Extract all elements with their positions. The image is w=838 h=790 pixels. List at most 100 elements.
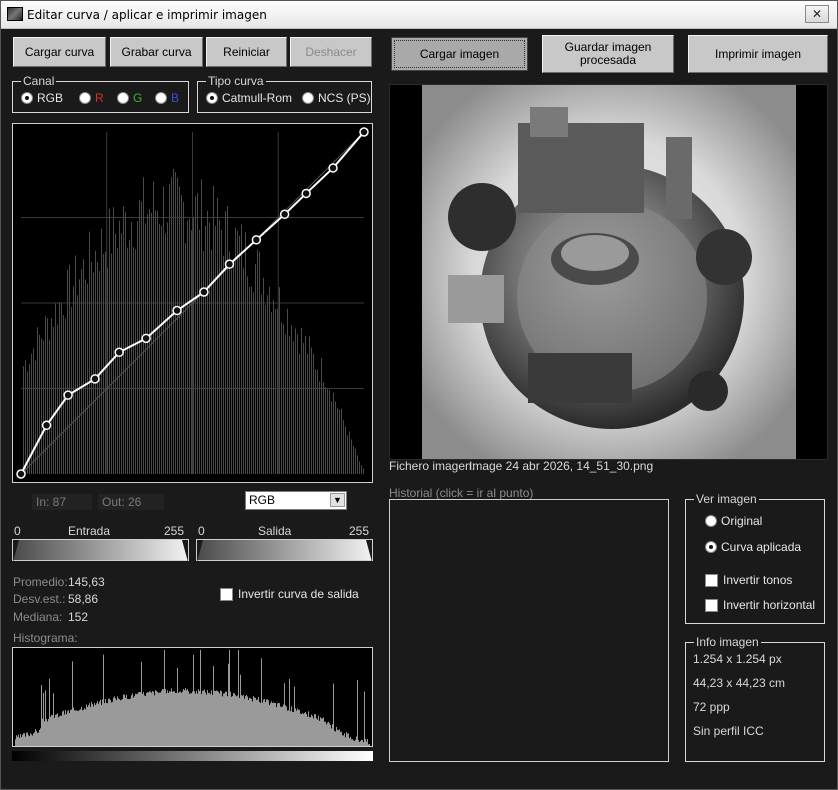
history-list[interactable] <box>389 499 669 762</box>
background-histogram-bar <box>75 255 76 474</box>
background-histogram-bar <box>81 269 82 474</box>
curve-control-point[interactable] <box>41 420 52 431</box>
curve-control-point[interactable] <box>90 374 100 384</box>
background-histogram-bar <box>327 388 328 474</box>
histogram-bar <box>263 699 264 746</box>
view-image-group: Ver imagen Original Curva aplicada Inver… <box>685 492 825 624</box>
histogram-bar <box>289 679 290 746</box>
histogram-bar <box>137 693 138 746</box>
curve-control-point[interactable] <box>251 235 262 245</box>
curve-control-point[interactable] <box>141 333 151 344</box>
curve-control-point[interactable] <box>279 209 290 220</box>
histogram-bar <box>326 724 327 746</box>
curve-control-point[interactable] <box>114 347 124 358</box>
channel-radio-b[interactable]: B <box>155 91 179 105</box>
invert-output-checkbox[interactable]: Invertir curva de salida <box>220 587 359 601</box>
histogram-bar <box>260 702 261 746</box>
channel-radio-rgb[interactable]: RGB <box>21 91 63 105</box>
histogram-bar <box>144 695 145 746</box>
histogram-bar <box>164 650 165 746</box>
histogram-bar <box>91 701 92 746</box>
histogram-bar <box>277 703 278 746</box>
histogram-bar <box>104 703 105 746</box>
background-histogram-bar <box>241 224 242 474</box>
save-processed-image-button[interactable]: Guardar imagen procesada <box>542 35 674 73</box>
input-min-handle[interactable] <box>13 540 19 562</box>
curve-control-point[interactable] <box>359 127 369 137</box>
background-histogram-bar <box>57 324 58 474</box>
histogram-bar <box>271 701 272 746</box>
curve-control-point[interactable] <box>301 188 311 199</box>
curve-control-point[interactable] <box>172 305 182 316</box>
histogram-bar <box>220 690 221 746</box>
input-max-handle[interactable] <box>182 540 188 562</box>
print-image-button[interactable]: Imprimir imagen <box>688 35 828 73</box>
background-histogram-bar <box>215 225 216 474</box>
load-image-button[interactable]: Cargar imagen <box>391 37 528 71</box>
histogram-bar <box>32 735 33 746</box>
curve-control-point[interactable] <box>199 287 209 297</box>
curve-canvas[interactable] <box>13 124 372 482</box>
channel-select[interactable]: RGB ▼ <box>245 491 347 510</box>
invert-horizontal-checkbox[interactable]: Invertir horizontal <box>705 598 815 612</box>
histogram-bar <box>179 691 180 746</box>
curve-control-point[interactable] <box>224 259 235 269</box>
histogram-bar <box>15 739 16 746</box>
histogram-bar <box>293 712 294 746</box>
input-range-slider[interactable] <box>12 539 189 562</box>
histogram-bar <box>282 706 283 746</box>
histogram-bar <box>212 694 213 746</box>
background-histogram-bar <box>153 181 154 474</box>
close-button[interactable]: ✕ <box>805 5 829 23</box>
curve-editor[interactable] <box>12 123 373 483</box>
view-applied-radio[interactable]: Curva aplicada <box>705 540 801 554</box>
histogram-bar <box>251 698 252 746</box>
output-min-handle[interactable] <box>197 540 203 562</box>
histogram-bar <box>255 697 256 746</box>
histogram-bar <box>147 692 148 746</box>
std-label: Desv.est.: <box>13 592 66 606</box>
save-curve-button[interactable]: Grabar curva <box>110 37 203 67</box>
background-histogram-bar <box>261 294 262 474</box>
background-histogram-bar <box>201 179 202 474</box>
reset-button[interactable]: Reiniciar <box>206 37 287 67</box>
histogram-bar <box>158 692 159 746</box>
histogram-bar <box>224 693 225 746</box>
curve-control-point[interactable] <box>328 163 338 173</box>
background-histogram-bar <box>319 381 320 474</box>
histogram-bar <box>335 731 336 746</box>
chevron-down-icon[interactable]: ▼ <box>330 493 345 507</box>
channel-radio-r[interactable]: R <box>79 91 104 105</box>
histogram-bar <box>368 744 369 746</box>
undo-button[interactable]: Deshacer <box>290 37 372 67</box>
invert-tones-checkbox[interactable]: Invertir tonos <box>705 573 792 587</box>
view-original-radio[interactable]: Original <box>705 514 762 528</box>
radio-indicator <box>21 92 33 104</box>
histogram-bar <box>167 690 168 746</box>
load-curve-button[interactable]: Cargar curva <box>13 37 106 67</box>
channel-radio-g[interactable]: G <box>117 91 142 105</box>
output-range-slider[interactable] <box>196 539 373 562</box>
background-histogram-bar <box>293 341 294 474</box>
background-histogram-bar <box>229 251 230 474</box>
curve-control-point[interactable] <box>16 469 26 479</box>
curve-control-point[interactable] <box>63 390 73 400</box>
histogram-bar <box>155 690 156 746</box>
background-histogram-bar <box>339 409 340 474</box>
background-histogram-bar <box>207 210 208 474</box>
input-max-label: 255 <box>164 524 185 538</box>
background-histogram-bar <box>301 327 302 474</box>
background-histogram-bar <box>273 299 274 474</box>
curve-type-radio-ncs[interactable]: NCS (PS) <box>302 91 371 105</box>
histogram-bar <box>119 699 120 746</box>
radio-indicator <box>117 92 129 104</box>
histogram-bar <box>26 732 27 746</box>
histogram-bar <box>320 717 321 746</box>
curve-type-radio-catmull[interactable]: Catmull-Rom <box>206 91 292 105</box>
histogram-bar <box>337 729 338 746</box>
histogram-bar <box>96 703 97 746</box>
histogram-bar <box>219 693 220 746</box>
histogram-bar <box>138 692 139 746</box>
output-max-handle[interactable] <box>366 540 372 562</box>
histogram-bar <box>146 692 147 746</box>
